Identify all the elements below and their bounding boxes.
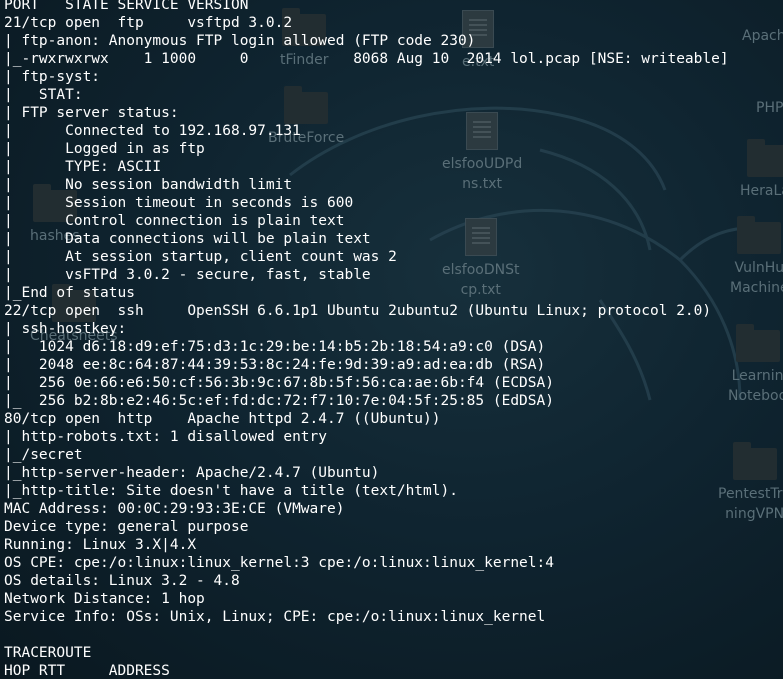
desktop-icon-php[interactable]: PHP (756, 98, 783, 118)
desktop-icon-label: VulnHu (734, 260, 783, 276)
terminal-line: 22/tcp open ssh OpenSSH 6.6.1p1 Ubuntu 2… (4, 303, 712, 319)
terminal-line: 21/tcp open ftp vsftpd 3.0.2 (4, 15, 293, 31)
terminal-line: HOP RTT ADDRESS (4, 663, 170, 679)
terminal-line: | TYPE: ASCII (4, 159, 162, 175)
terminal-line: |_-rwxrwxrwx 1 1000 0 8068 Aug 10 2014 l… (4, 51, 729, 67)
terminal-line: |_End of status (4, 285, 135, 301)
terminal-line: | ssh-hostkey: (4, 321, 127, 337)
terminal-line: Network Distance: 1 hop (4, 591, 205, 607)
terminal-line: | Data connections will be plain text (4, 231, 371, 247)
terminal-line: | 2048 ee:8c:64:87:44:39:53:8c:24:fe:9d:… (4, 357, 546, 373)
terminal-line: | FTP server status: (4, 105, 179, 121)
terminal-line: Service Info: OSs: Unix, Linux; CPE: cpe… (4, 609, 546, 625)
terminal-line: | http-robots.txt: 1 disallowed entry (4, 429, 328, 445)
desktop-icon-label: PHP (756, 100, 783, 116)
terminal-line: | No session bandwidth limit (4, 177, 293, 193)
desktop-icon-apache[interactable]: Apach (742, 26, 783, 46)
desktop-icon-label: Machine (730, 280, 783, 296)
terminal-line: | 1024 d6:18:d9:ef:75:d3:1c:29:be:14:b5:… (4, 339, 546, 355)
desktop-icon-label: ningVPN (725, 506, 783, 522)
desktop-icon-label: Noteboo (728, 388, 783, 404)
terminal-output[interactable]: PORT STATE SERVICE VERSION 21/tcp open ft… (4, 0, 729, 679)
terminal-line: | At session startup, client count was 2 (4, 249, 397, 265)
desktop-icon-label: Learnin (731, 368, 783, 384)
terminal-line: |_http-server-header: Apache/2.4.7 (Ubun… (4, 465, 380, 481)
terminal-line: | STAT: (4, 87, 83, 103)
terminal-line: | 256 0e:66:e6:50:cf:56:3b:9c:67:8b:5f:5… (4, 375, 554, 391)
terminal-line: TRACEROUTE (4, 645, 92, 661)
folder-icon (737, 216, 782, 254)
terminal-line: | ftp-syst: (4, 69, 101, 85)
terminal-line: |_ 256 b2:8b:e2:46:5c:ef:fd:dc:72:f7:10:… (4, 393, 554, 409)
terminal-line: PORT STATE SERVICE VERSION (4, 0, 249, 13)
screen: hashes Cheatsheets tFinder BruteForce e.… (0, 0, 783, 679)
desktop-icon-heralab[interactable]: HeraLab (740, 139, 783, 201)
terminal-line: MAC Address: 00:0C:29:93:3E:CE (VMware) (4, 501, 345, 517)
terminal-line: OS CPE: cpe:/o:linux:linux_kernel:3 cpe:… (4, 555, 554, 571)
terminal-line: | Connected to 192.168.97.131 (4, 123, 301, 139)
terminal-line: |_http-title: Site doesn't have a title … (4, 483, 458, 499)
terminal-line: | vsFTPd 3.0.2 - secure, fast, stable (4, 267, 371, 283)
folder-icon (732, 442, 777, 480)
terminal-line: | Session timeout in seconds is 600 (4, 195, 354, 211)
terminal-line: | ftp-anon: Anonymous FTP login allowed … (4, 33, 476, 49)
terminal-line: | Control connection is plain text (4, 213, 345, 229)
terminal-line: |_/secret (4, 447, 83, 463)
terminal-line: OS details: Linux 3.2 - 4.8 (4, 573, 240, 589)
folder-icon (735, 324, 780, 362)
desktop-icon-label: Apach (742, 28, 783, 44)
desktop-icon-learning-notebook[interactable]: Learnin Noteboo (728, 324, 783, 406)
folder-icon (747, 139, 783, 177)
terminal-line: 80/tcp open http Apache httpd 2.4.7 ((Ub… (4, 411, 441, 427)
terminal-line: Running: Linux 3.X|4.X (4, 537, 197, 553)
terminal-line: Device type: general purpose (4, 519, 249, 535)
terminal-line: | Logged in as ftp (4, 141, 205, 157)
desktop-icon-label: HeraLab (740, 183, 783, 199)
desktop-icon-vulnhub[interactable]: VulnHu Machine (730, 216, 783, 298)
